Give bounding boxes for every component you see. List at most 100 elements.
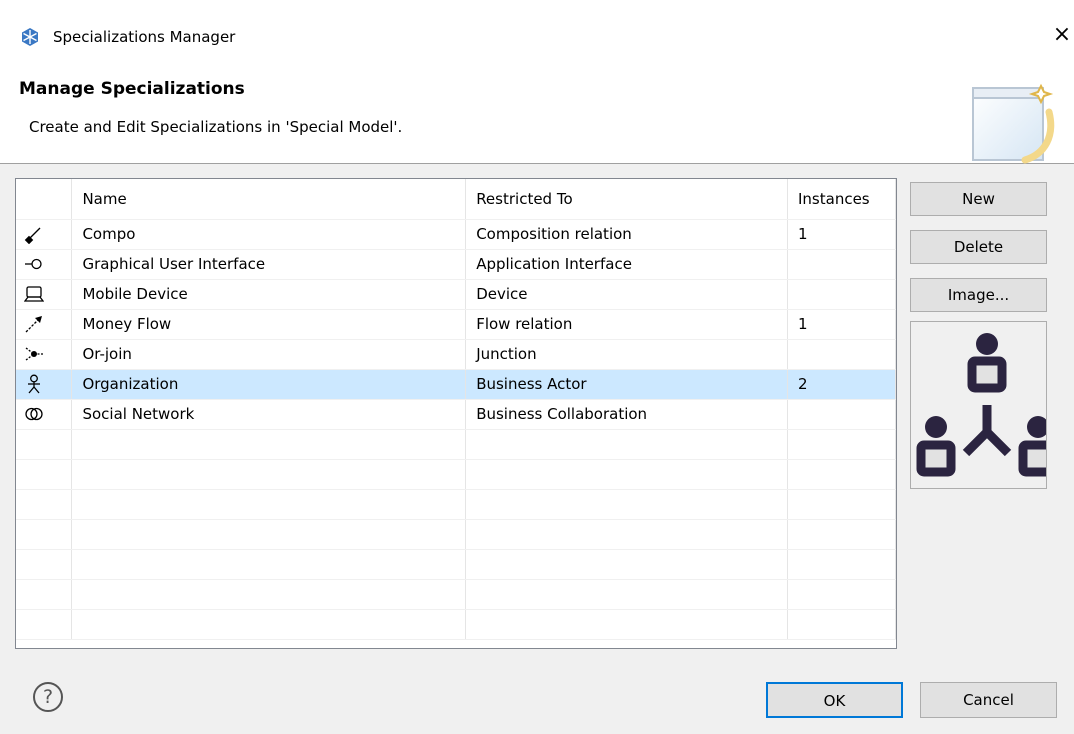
row-icon-cell: [16, 279, 73, 310]
column-header-icon[interactable]: [16, 179, 73, 220]
row-restricted-to: [465, 609, 788, 640]
window-title: Specializations Manager: [53, 28, 236, 46]
table-row-empty: [16, 549, 896, 580]
row-restricted-to: [465, 549, 788, 580]
business-collaboration-icon: [25, 407, 43, 421]
row-icon-cell: [16, 579, 73, 610]
row-instances: [787, 549, 896, 580]
row-instances: [787, 519, 896, 550]
application-interface-icon: [25, 258, 42, 270]
row-icon-cell: [16, 489, 73, 520]
close-icon[interactable]: ×: [1050, 22, 1074, 48]
business-actor-icon: [28, 374, 40, 394]
table-row[interactable]: Compo Composition relation 1: [16, 219, 896, 250]
row-restricted-to: Business Collaboration: [465, 399, 788, 430]
row-restricted-to: [465, 579, 788, 610]
row-restricted-to: Business Actor: [465, 369, 788, 400]
column-header-name[interactable]: Name: [71, 179, 467, 220]
row-name: [71, 459, 467, 490]
table-row[interactable]: Graphical User Interface Application Inte…: [16, 249, 896, 280]
row-instances: [787, 339, 896, 370]
row-icon-cell: [16, 429, 73, 460]
new-button[interactable]: New: [910, 182, 1047, 216]
specializations-table[interactable]: Name Restricted To Instances Compo Compos…: [15, 178, 897, 649]
row-name: [71, 579, 467, 610]
ok-button[interactable]: OK: [766, 682, 903, 718]
row-icon-cell: [16, 399, 73, 430]
row-instances: [787, 609, 896, 640]
row-instances: 1: [787, 309, 896, 340]
composition-relation-icon: [24, 227, 41, 244]
row-icon-cell: [16, 249, 73, 280]
table-row-empty: [16, 609, 896, 640]
table-row[interactable]: Organization Business Actor 2: [16, 369, 896, 400]
row-icon-cell: [16, 369, 73, 400]
image-preview: [910, 321, 1047, 489]
row-restricted-to: Flow relation: [465, 309, 788, 340]
row-instances: 2: [787, 369, 896, 400]
delete-button[interactable]: Delete: [910, 230, 1047, 264]
row-name: Organization: [71, 369, 467, 400]
row-name: Graphical User Interface: [71, 249, 467, 280]
help-icon[interactable]: ?: [33, 682, 63, 712]
row-restricted-to: [465, 459, 788, 490]
row-instances: [787, 579, 896, 610]
table-row[interactable]: Social Network Business Collaboration: [16, 399, 896, 430]
row-restricted-to: Composition relation: [465, 219, 788, 250]
wizard-banner-icon: [972, 83, 1055, 164]
archi-app-icon: [22, 28, 38, 46]
row-name: [71, 609, 467, 640]
row-restricted-to: Application Interface: [465, 249, 788, 280]
column-header-instances[interactable]: Instances: [787, 179, 896, 220]
row-instances: [787, 399, 896, 430]
row-instances: [787, 279, 896, 310]
table-row-empty: [16, 489, 896, 520]
table-row[interactable]: Money Flow Flow relation 1: [16, 309, 896, 340]
row-instances: [787, 459, 896, 490]
row-restricted-to: [465, 519, 788, 550]
row-icon-cell: [16, 549, 73, 580]
row-instances: [787, 249, 896, 280]
row-restricted-to: Device: [465, 279, 788, 310]
row-name: [71, 519, 467, 550]
row-icon-cell: [16, 609, 73, 640]
column-header-restricted-to[interactable]: Restricted To: [465, 179, 788, 220]
flow-relation-icon: [25, 316, 42, 333]
row-name: Or-join: [71, 339, 467, 370]
device-icon: [24, 286, 44, 302]
row-name: [71, 429, 467, 460]
row-name: Social Network: [71, 399, 467, 430]
row-instances: 1: [787, 219, 896, 250]
junction-icon: [25, 347, 43, 361]
table-row[interactable]: Or-join Junction: [16, 339, 896, 370]
row-restricted-to: Junction: [465, 339, 788, 370]
cancel-button[interactable]: Cancel: [920, 682, 1057, 718]
table-row[interactable]: Mobile Device Device: [16, 279, 896, 310]
table-row-empty: [16, 429, 896, 460]
table-row-empty: [16, 579, 896, 610]
row-icon-cell: [16, 519, 73, 550]
organization-hierarchy-icon: [916, 333, 1046, 477]
specializations-grid: Name Restricted To Instances Compo Compos…: [16, 179, 896, 640]
dialog-header: Manage Specializations Create and Edit S…: [0, 70, 1074, 164]
dialog-heading: Manage Specializations: [19, 79, 245, 99]
row-icon-cell: [16, 309, 73, 340]
row-instances: [787, 429, 896, 460]
table-row-empty: [16, 519, 896, 550]
row-icon-cell: [16, 219, 73, 250]
row-name: Mobile Device: [71, 279, 467, 310]
table-row-empty: [16, 459, 896, 490]
row-restricted-to: [465, 489, 788, 520]
row-name: [71, 549, 467, 580]
dialog-description: Create and Edit Specializations in 'Spec…: [29, 118, 403, 136]
table-body: Compo Composition relation 1 Graphical User…: [16, 219, 896, 640]
row-icon-cell: [16, 459, 73, 490]
row-name: Money Flow: [71, 309, 467, 340]
table-header-row: Name Restricted To Instances: [16, 179, 896, 220]
row-icon-cell: [16, 339, 73, 370]
row-name: [71, 489, 467, 520]
row-instances: [787, 489, 896, 520]
row-name: Compo: [71, 219, 467, 250]
image-button[interactable]: Image...: [910, 278, 1047, 312]
title-bar: Specializations Manager ×: [0, 0, 1074, 70]
